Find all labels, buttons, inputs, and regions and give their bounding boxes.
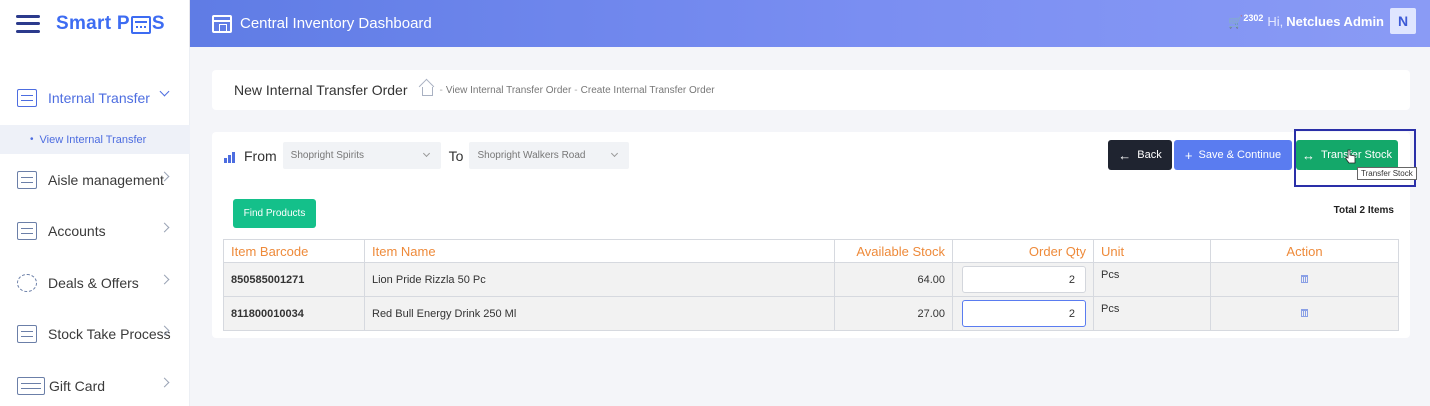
greeting-text: Hi, (1267, 13, 1284, 29)
chevron-right-icon (159, 377, 170, 388)
cell-item-name: Red Bull Energy Drink 250 Ml (364, 296, 835, 331)
cell-barcode: 850585001271 (223, 262, 365, 297)
delete-icon[interactable] (1301, 308, 1308, 317)
transfer-location-row: From Shopright Spirits To Shopright Walk… (224, 142, 637, 169)
order-qty-input[interactable] (962, 300, 1086, 327)
sidebar-item-internal-transfer[interactable]: Internal Transfer (0, 83, 190, 113)
page-title: New Internal Transfer Order (234, 82, 408, 98)
sidebar-item-deals-offers[interactable]: Deals & Offers (0, 268, 190, 298)
col-header-order-qty: Order Qty (952, 239, 1094, 263)
from-label: From (244, 147, 277, 164)
chevron-right-icon (159, 222, 170, 233)
arrows-horizontal-icon: ↔ (1301, 147, 1315, 163)
cell-order-qty (952, 296, 1094, 331)
col-header-unit: Unit (1093, 239, 1211, 263)
to-location-value: Shopright Walkers Road (477, 150, 586, 161)
items-table: Item Barcode Item Name Available Stock O… (223, 239, 1399, 331)
logo-text-part1: Smart P (56, 12, 130, 34)
cell-item-name: Lion Pride Rizzla 50 Pc (364, 262, 835, 297)
cell-unit: Pcs (1093, 262, 1211, 297)
sidebar-item-stock-take-process[interactable]: Stock Take Process (0, 319, 190, 349)
col-header-action: Action (1210, 239, 1399, 263)
stock-take-icon (17, 325, 37, 343)
cell-available-stock: 64.00 (834, 262, 953, 297)
save-button-label: Save & Continue (1198, 149, 1282, 161)
register-icon (130, 15, 151, 34)
cell-unit: Pcs (1093, 296, 1211, 331)
transfer-icon (17, 89, 37, 107)
gift-card-icon (17, 377, 45, 395)
user-name: Netclues Admin (1286, 13, 1384, 29)
page-header-title: Central Inventory Dashboard (240, 15, 432, 32)
top-bar: Smart P S Central Inventory Dashboard 🛒2… (0, 0, 1430, 47)
header-bar: Central Inventory Dashboard 🛒2302 Hi, Ne… (190, 0, 1430, 47)
total-items-count: Total 2 Items (1333, 205, 1394, 216)
chart-icon (224, 151, 238, 163)
brand-area: Smart P S (0, 0, 190, 47)
sidebar-item-label: Internal Transfer (48, 90, 150, 106)
to-location-select[interactable]: Shopright Walkers Road (469, 142, 630, 169)
sidebar-item-label: Gift Card (49, 378, 106, 394)
hand-cursor-icon (1345, 149, 1356, 164)
transfer-stock-tooltip: Transfer Stock (1357, 167, 1417, 180)
sidebar-item-accounts[interactable]: Accounts (0, 216, 190, 246)
cell-order-qty (952, 262, 1094, 297)
transfer-order-card: From Shopright Spirits To Shopright Walk… (212, 129, 1417, 338)
order-qty-input[interactable] (962, 266, 1086, 293)
col-header-available-stock: Available Stock (834, 239, 953, 263)
cell-action (1210, 296, 1399, 331)
store-icon (212, 14, 232, 33)
sidebar-item-label: Stock Take Process (48, 326, 171, 342)
save-continue-button[interactable]: + Save & Continue (1174, 140, 1292, 170)
sidebar-item-label: Deals & Offers (48, 275, 139, 291)
cell-barcode: 811800010034 (223, 296, 365, 331)
chevron-down-icon (422, 149, 430, 158)
table-header-row: Item Barcode Item Name Available Stock O… (223, 239, 1399, 263)
delete-icon[interactable] (1301, 274, 1308, 283)
cart-count: 2302 (1243, 13, 1264, 23)
breadcrumb-separator: - (439, 84, 443, 96)
transfer-button-label: Transfer Stock (1320, 149, 1393, 161)
back-button[interactable]: ← Back (1108, 140, 1172, 170)
arrow-left-icon: ← (1118, 147, 1132, 163)
cart-badge[interactable]: 🛒2302 (1228, 13, 1263, 29)
sidebar: Internal Transfer View Internal Transfer… (0, 47, 190, 406)
table-row: 850585001271 Lion Pride Rizzla 50 Pc 64.… (223, 262, 1399, 297)
sidebar-item-label: Accounts (48, 223, 106, 239)
breadcrumb: New Internal Transfer Order - View Inter… (212, 70, 1410, 110)
back-button-label: Back (1137, 149, 1162, 161)
aisle-icon (17, 171, 37, 189)
breadcrumb-separator: - (574, 84, 578, 96)
user-menu[interactable]: 🛒2302 Hi, Netclues Admin N (1228, 8, 1416, 34)
cell-available-stock: 27.00 (834, 296, 953, 331)
accounts-icon (17, 222, 37, 240)
sidebar-item-gift-card[interactable]: Gift Card (0, 371, 190, 401)
chevron-down-icon (159, 86, 170, 97)
app-logo[interactable]: Smart P S (56, 13, 165, 35)
chevron-right-icon (159, 274, 170, 285)
home-icon[interactable] (421, 87, 433, 96)
breadcrumb-link-view[interactable]: View Internal Transfer Order (446, 85, 571, 96)
sidebar-item-label: Aisle management (48, 172, 164, 188)
from-location-value: Shopright Spirits (290, 150, 365, 161)
cell-action (1210, 262, 1399, 297)
to-label: To (448, 147, 464, 164)
from-location-select[interactable]: Shopright Spirits (282, 142, 441, 169)
sidebar-subitem-view-internal-transfer[interactable]: View Internal Transfer (0, 125, 190, 154)
plus-icon: + (1184, 147, 1193, 163)
find-products-button[interactable]: Find Products (233, 199, 316, 228)
logo-text-part2: S (151, 12, 165, 34)
chevron-down-icon (611, 149, 619, 158)
table-row: 811800010034 Red Bull Energy Drink 250 M… (223, 296, 1399, 331)
sidebar-item-aisle-management[interactable]: Aisle management (0, 165, 190, 195)
menu-toggle-icon[interactable] (16, 14, 40, 33)
col-header-barcode: Item Barcode (223, 239, 365, 263)
col-header-item-name: Item Name (364, 239, 835, 263)
discount-icon (17, 274, 37, 292)
avatar[interactable]: N (1390, 8, 1416, 34)
breadcrumb-current: Create Internal Transfer Order (580, 84, 715, 96)
